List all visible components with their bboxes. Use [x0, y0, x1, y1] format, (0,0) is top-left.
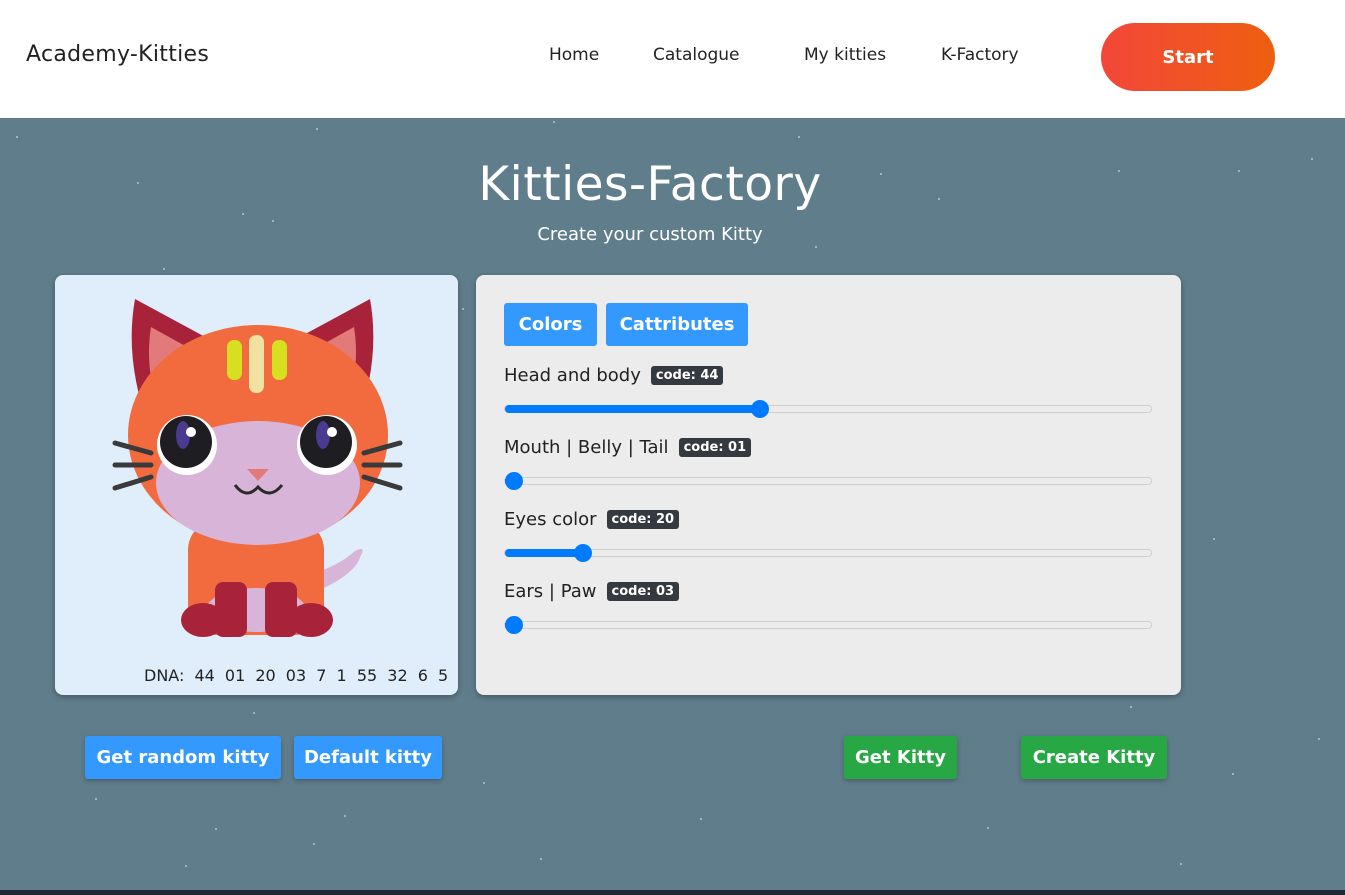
code-badge: code: 03 [606, 582, 680, 601]
dna-value: 32 [387, 666, 408, 685]
head-body-slider[interactable] [504, 400, 1152, 418]
slider-fill [505, 549, 584, 557]
dna-value: 7 [316, 666, 327, 685]
page-title: Kitties-Factory [478, 157, 822, 212]
slider-label: Head and body [504, 365, 641, 386]
ears-paw-slider[interactable] [504, 616, 1152, 634]
dna-label: DNA: [144, 666, 185, 685]
slider-label: Ears | Paw [504, 581, 597, 602]
tab-cattributes[interactable]: Cattributes [606, 303, 748, 346]
slider-thumb[interactable] [505, 616, 523, 634]
cat-illustration [112, 299, 403, 637]
nav-home[interactable]: Home [549, 45, 599, 65]
slider-thumb[interactable] [505, 472, 523, 490]
code-badge: code: 44 [650, 366, 724, 385]
create-kitty-button[interactable]: Create Kitty [1021, 736, 1167, 779]
mouth-belly-tail-slider[interactable] [504, 472, 1152, 490]
nav-my-kitties[interactable]: My kitties [804, 45, 886, 65]
eyes-color-slider[interactable] [504, 544, 1152, 562]
dna-value: 20 [255, 666, 276, 685]
slider-thumb[interactable] [750, 400, 769, 418]
attributes-panel: Colors Cattributes Head and body code: 4… [476, 275, 1181, 695]
dna-value: 01 [224, 666, 246, 685]
footer-edge [0, 890, 1345, 895]
slider-label: Mouth | Belly | Tail [504, 437, 669, 458]
head-body-label: Head and body code: 44 [504, 365, 724, 386]
slider-label: Eyes color [504, 509, 597, 530]
code-badge: code: 01 [678, 438, 752, 457]
get-kitty-button[interactable]: Get Kitty [844, 736, 957, 779]
code-badge: code: 20 [606, 510, 680, 529]
dna-value: 5 [438, 666, 449, 685]
dna-value: 6 [417, 666, 428, 685]
mouth-belly-tail-label: Mouth | Belly | Tail code: 01 [504, 437, 752, 458]
ears-paw-label: Ears | Paw code: 03 [504, 581, 680, 602]
cat-preview-panel: DNA: 44 01 20 03 7 1 55 32 6 5 [55, 275, 458, 695]
page-subtitle: Create your custom Kitty [537, 224, 763, 245]
dna-value: 44 [194, 666, 215, 685]
navbar: Academy-Kitties Home Catalogue My kittie… [0, 0, 1345, 118]
tab-colors[interactable]: Colors [504, 303, 597, 346]
dna-value: 1 [336, 666, 347, 685]
dna-value: 03 [285, 666, 307, 685]
dna-readout: DNA: 44 01 20 03 7 1 55 32 6 5 [144, 666, 448, 685]
dna-value: 55 [356, 666, 378, 685]
random-kitty-button[interactable]: Get random kitty [85, 736, 281, 779]
nav-k-factory[interactable]: K-Factory [941, 45, 1019, 65]
default-kitty-button[interactable]: Default kitty [294, 736, 442, 779]
slider-fill [505, 405, 760, 413]
nav-catalogue[interactable]: Catalogue [653, 45, 740, 65]
brand-logo[interactable]: Academy-Kitties [26, 42, 209, 67]
start-button[interactable]: Start [1101, 23, 1275, 91]
eyes-color-label: Eyes color code: 20 [504, 509, 680, 530]
slider-thumb[interactable] [574, 544, 593, 562]
